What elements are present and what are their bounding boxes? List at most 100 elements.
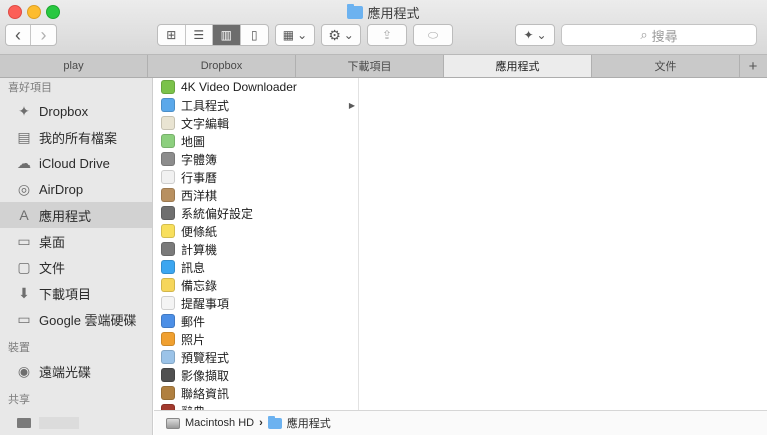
sidebar-item-google-drive[interactable]: ▭ Google 雲端硬碟 <box>0 306 152 332</box>
app-row[interactable]: 西洋棋 <box>154 186 358 204</box>
sidebar-header-shared: 共享 <box>8 394 30 406</box>
sidebar-item-downloads[interactable]: ⬇ 下載項目 <box>0 280 152 306</box>
sidebar-item-label: AirDrop <box>39 181 84 197</box>
app-row[interactable]: 預覽程式 <box>154 348 358 366</box>
app-name: 照片 <box>181 332 206 347</box>
app-icon <box>161 332 175 346</box>
sidebar-item-label: iCloud Drive <box>39 155 110 171</box>
sidebar-item-dropbox[interactable]: ✦ Dropbox <box>0 98 152 124</box>
sidebar-header-devices: 裝置 <box>8 342 30 354</box>
computer-icon <box>15 414 33 432</box>
app-name: 字體簿 <box>181 152 218 167</box>
app-row[interactable]: 字體簿 <box>154 150 358 168</box>
tag-button[interactable]: ⬭ <box>413 24 453 46</box>
app-row[interactable]: 行事曆 <box>154 168 358 186</box>
sidebar-item-label: Google 雲端硬碟 <box>39 312 137 328</box>
sidebar-item-documents[interactable]: ▢ 文件 <box>0 254 152 280</box>
disclosure-triangle-icon: ▶ <box>348 100 355 110</box>
action-button[interactable]: ⚙ ⌄ <box>321 24 361 46</box>
app-icon <box>161 152 175 166</box>
cover-flow-button[interactable]: ▯ <box>241 25 268 45</box>
share-icon: ⇪ <box>381 28 393 42</box>
app-row[interactable]: 辭典 <box>154 402 358 410</box>
empty-column <box>359 78 767 410</box>
app-row[interactable]: 備忘錄 <box>154 276 358 294</box>
sidebar-item-remote-disc[interactable]: ◉ 遠端光碟 <box>0 358 152 384</box>
sidebar-item-applications[interactable]: A 應用程式 <box>0 202 152 228</box>
download-icon: ⬇ <box>18 284 30 301</box>
icon-view-button[interactable]: ⊞ <box>158 25 186 45</box>
sidebar-item-desktop[interactable]: ▭ 桌面 <box>0 228 152 254</box>
tab-applications[interactable]: 應用程式 <box>444 55 592 77</box>
applications-folder-icon <box>347 4 364 19</box>
app-name: 系統偏好設定 <box>181 206 254 221</box>
app-icon <box>161 260 175 274</box>
app-name: 預覽程式 <box>181 350 230 365</box>
sidebar-item-all-my-files[interactable]: ▤ 我的所有檔案 <box>0 124 152 150</box>
back-button[interactable]: ‹ <box>6 24 32 45</box>
desktop-icon: ▭ <box>17 232 31 249</box>
path-folder[interactable]: 應用程式 <box>287 415 331 431</box>
app-row[interactable]: 聯絡資訊 <box>154 384 358 402</box>
tab-documents[interactable]: 文件 <box>592 55 740 77</box>
arrange-icon: ▦ <box>282 28 295 42</box>
finder-window: 應用程式 ‹ › ⊞ ☰ ▥ ▯ ▦ ⌄ ⚙ ⌄ ⇪ ⬭ ✦ ⌄ ⌕ 搜尋 pl… <box>0 0 767 435</box>
arrange-button[interactable]: ▦ ⌄ <box>275 24 315 46</box>
tab-play[interactable]: play <box>0 55 148 77</box>
app-icon <box>161 206 175 220</box>
document-icon: ▢ <box>17 258 31 275</box>
chevron-right-icon: › <box>40 24 47 45</box>
cover-flow-icon: ▯ <box>250 28 258 42</box>
app-row[interactable]: 便條紙 <box>154 222 358 240</box>
app-row[interactable]: 影像擷取 <box>154 366 358 384</box>
app-name: 行事曆 <box>181 170 218 185</box>
sidebar-item-label: 下載項目 <box>39 286 92 302</box>
app-icon <box>161 368 175 382</box>
sidebar-item-label: 應用程式 <box>39 208 92 224</box>
sidebar-item-label: 遠端光碟 <box>39 364 92 380</box>
app-icon <box>161 80 175 94</box>
tab-dropbox[interactable]: Dropbox <box>148 55 296 77</box>
app-name: 影像擷取 <box>181 368 230 383</box>
app-row[interactable]: 4K Video Downloader <box>154 78 358 96</box>
app-row[interactable]: 照片 <box>154 330 358 348</box>
app-row[interactable]: 系統偏好設定 <box>154 204 358 222</box>
path-disk[interactable]: Macintosh HD <box>185 417 254 429</box>
all-files-icon: ▤ <box>17 128 31 145</box>
app-name: 聯絡資訊 <box>181 386 230 401</box>
sidebar: 喜好項目 ✦ Dropbox ▤ 我的所有檔案 ☁ iCloud Drive ◎ Air… <box>0 78 153 435</box>
search-field[interactable]: ⌕ 搜尋 <box>561 24 757 46</box>
sidebar-item-shared-computer[interactable] <box>0 410 152 435</box>
applications-icon: A <box>19 207 29 223</box>
app-icon <box>161 134 175 148</box>
app-name: 地圖 <box>181 134 206 149</box>
icon-view-icon: ⊞ <box>166 28 177 42</box>
app-icon <box>161 170 175 184</box>
share-button[interactable]: ⇪ <box>367 24 407 46</box>
list-view-button[interactable]: ☰ <box>186 25 213 45</box>
app-name: 文字編輯 <box>181 116 230 131</box>
app-icon <box>161 224 175 238</box>
app-row[interactable]: 郵件 <box>154 312 358 330</box>
new-tab-button[interactable]: + <box>740 55 766 77</box>
app-icon <box>161 188 175 202</box>
app-row[interactable]: 工具程式 ▶ <box>154 96 358 114</box>
dropbox-icon: ✦ <box>18 102 30 119</box>
path-separator: › <box>259 417 263 429</box>
app-row[interactable]: 提醒事項 <box>154 294 358 312</box>
shared-computer-name-redacted <box>39 417 79 429</box>
dropbox-button[interactable]: ✦ ⌄ <box>515 24 555 46</box>
sidebar-item-icloud-drive[interactable]: ☁ iCloud Drive <box>0 150 152 176</box>
sidebar-item-airdrop[interactable]: ◎ AirDrop <box>0 176 152 202</box>
plus-icon: + <box>748 57 758 75</box>
app-row[interactable]: 文字編輯 <box>154 114 358 132</box>
forward-button[interactable]: › <box>31 25 56 45</box>
app-row[interactable]: 訊息 <box>154 258 358 276</box>
tab-bar: play Dropbox 下載項目 應用程式 文件 + <box>0 55 767 78</box>
chevron-left-icon: ‹ <box>15 24 21 45</box>
app-row[interactable]: 計算機 <box>154 240 358 258</box>
list-view-icon: ☰ <box>193 28 205 42</box>
app-row[interactable]: 地圖 <box>154 132 358 150</box>
tab-downloads[interactable]: 下載項目 <box>296 55 444 77</box>
column-view-button[interactable]: ▥ <box>213 25 241 45</box>
